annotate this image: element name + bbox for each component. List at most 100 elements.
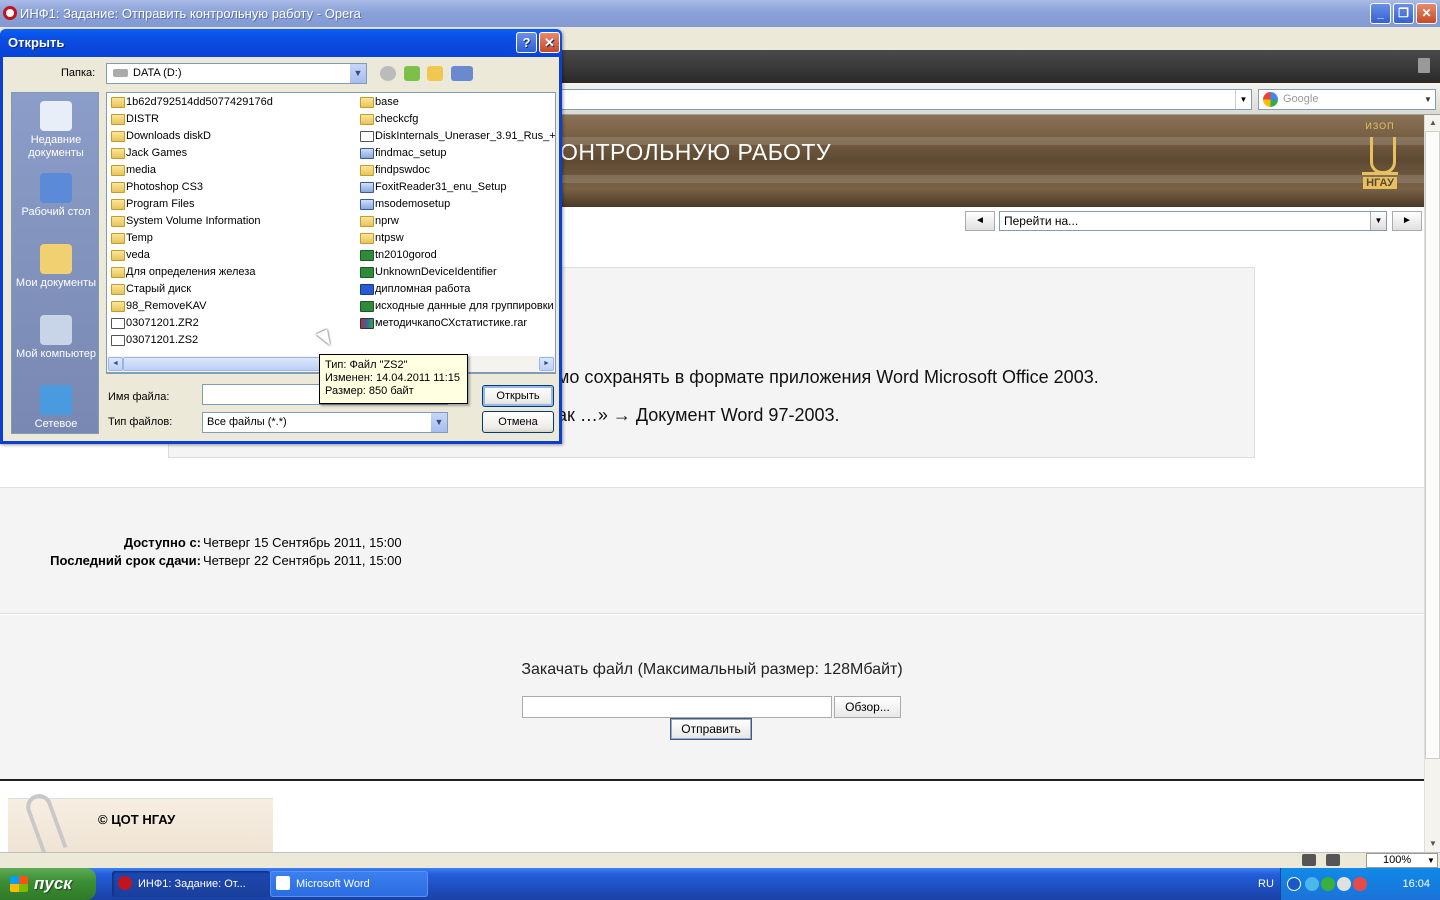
file-name: findmac_setup [375,147,447,159]
minimize-button[interactable]: _ [1370,3,1391,24]
file-list-item[interactable]: FoxitReader31_enu_Setup [358,179,506,196]
file-list-item[interactable]: findpswdoc [358,162,430,179]
tray-network-icon[interactable] [1305,877,1319,891]
file-list-item[interactable]: Program Files [109,196,194,213]
file-list-item[interactable]: ntpsw [358,230,404,247]
search-input[interactable]: Google ▼ [1258,89,1436,110]
page-scrollbar[interactable]: ▲ ▼ [1424,115,1440,852]
new-folder-icon[interactable] [427,66,443,81]
jump-to-select[interactable]: Перейти на... ▼ [999,211,1387,231]
panel-icon[interactable] [1302,854,1316,866]
scroll-up-icon[interactable]: ▲ [1425,115,1440,131]
file-list-item[interactable]: veda [109,247,150,264]
place-my-documents[interactable]: Мои документы [12,244,100,290]
file-list-item[interactable]: nprw [358,213,399,230]
footer-divider [0,779,1424,781]
jump-dropdown-icon[interactable]: ▼ [1370,212,1386,230]
browse-button[interactable]: Обзор... [834,696,901,718]
window-title: ИНФ1: Задание: Отправить контрольную раб… [20,6,361,21]
search-dropdown-icon[interactable]: ▼ [1421,90,1435,109]
upload-file-input[interactable] [522,696,832,718]
file-list-item[interactable]: Photoshop CS3 [109,179,203,196]
tray-antivirus-icon[interactable] [1353,877,1367,891]
file-list-item[interactable]: Старый диск [109,281,191,298]
folder-icon [111,250,125,261]
file-list-item[interactable]: checkcfg [358,111,418,128]
file-list-item[interactable]: findmac_setup [358,145,447,162]
folder-icon [111,267,125,278]
file-list-item[interactable]: UnknownDeviceIdentifier [358,264,497,281]
file-list-item[interactable]: base [358,94,399,111]
dialog-help-button[interactable]: ? [516,32,537,53]
file-list-item[interactable]: Temp [109,230,153,247]
file-list-item[interactable]: дипломная работа [358,281,470,298]
file-list-item[interactable]: 03071201.ZR2 [109,315,199,332]
place-recent[interactable]: Недавние документы [12,101,100,160]
cancel-button[interactable]: Отмена [482,411,554,433]
filetype-value: Все файлы (*.*) [207,416,287,428]
filetype-dropdown-icon[interactable]: ▼ [430,413,447,432]
place-desktop[interactable]: Рабочий стол [12,173,100,219]
file-list-item[interactable]: msodemosetup [358,196,450,213]
file-icon [111,318,125,329]
folder-icon [111,165,125,176]
file-name: tn2010gorod [375,249,437,261]
available-label: Доступно с: [123,535,201,550]
file-list-item[interactable]: System Volume Information [109,213,261,230]
look-in-dropdown-icon[interactable]: ▼ [349,64,366,83]
scroll-down-icon[interactable]: ▼ [1425,836,1440,852]
folder-icon [360,114,374,125]
camera-icon[interactable] [1326,854,1340,866]
open-button[interactable]: Открыть [482,385,554,407]
back-icon[interactable] [380,66,396,81]
file-list-item[interactable]: Jack Games [109,145,187,162]
file-list-item[interactable]: media [109,162,156,179]
file-list-item[interactable]: исходные данные для группировки [358,298,554,315]
submit-button[interactable]: Отправить [670,718,752,740]
close-button[interactable]: ✕ [1416,3,1437,24]
folder-icon [111,199,125,210]
file-name: 03071201.ZS2 [126,334,199,346]
file-list-item[interactable]: методичкапоСХстатистике.rar [358,315,527,332]
place-network[interactable]: Сетевое [12,385,100,431]
file-name: FoxitReader31_enu_Setup [375,181,507,193]
folder-icon [111,182,125,193]
dialog-close-button[interactable]: ✕ [539,32,560,53]
taskbar-item-opera[interactable]: ИНФ1: Задание: От... [112,871,270,897]
url-dropdown-icon[interactable]: ▼ [1235,90,1251,109]
url-input[interactable]: ▼ [560,89,1252,110]
tray-app-icon[interactable] [1337,877,1351,891]
scroll-thumb[interactable] [1425,131,1440,759]
scroll-left-icon[interactable]: ◄ [108,357,123,371]
filetype-label: Тип файлов: [108,416,173,428]
file-list-item[interactable]: 1b62d792514dd5077429176d [109,94,273,111]
start-button[interactable]: пуск [0,868,96,900]
file-list-item[interactable]: tn2010gorod [358,247,437,264]
zoom-dropdown-icon[interactable]: ▼ [1425,854,1437,867]
taskbar-item-word[interactable]: Microsoft Word [270,871,428,897]
file-list-item[interactable]: DISTR [109,111,159,128]
up-folder-icon[interactable] [404,66,420,81]
tooltip-size: Размер: 850 байт [325,385,414,397]
tray-back-icon[interactable] [1287,877,1301,891]
trash-icon[interactable] [1418,58,1430,73]
prev-activity-button[interactable]: ◄ [965,211,995,231]
file-list-item[interactable]: Для определения железа [109,264,255,281]
filetype-select[interactable]: Все файлы (*.*) ▼ [202,412,448,433]
look-in-select[interactable]: DATA (D:) ▼ [106,63,367,84]
folder-icon [111,148,125,159]
restore-button[interactable]: ❐ [1393,3,1414,24]
place-my-computer[interactable]: Мой компьютер [12,315,100,361]
zoom-select[interactable]: 100% ▼ [1366,853,1438,868]
next-activity-button[interactable]: ► [1392,211,1422,231]
file-list-item[interactable]: Downloads diskD [109,128,211,145]
tray-shield-icon[interactable] [1321,877,1335,891]
file-list-item[interactable]: 03071201.ZS2 [109,332,198,349]
file-list-item[interactable]: 98_RemoveKAV [109,298,207,315]
file-list-item[interactable]: DiskInternals_Uneraser_3.91_Rus_+_ [358,128,555,145]
language-indicator[interactable]: RU [1258,868,1274,900]
place-label: Мой компьютер [15,348,97,360]
scroll-right-icon[interactable]: ► [539,357,554,371]
tooltip-type: Тип: Файл "ZS2" [325,359,408,371]
view-menu-icon[interactable] [451,66,473,81]
